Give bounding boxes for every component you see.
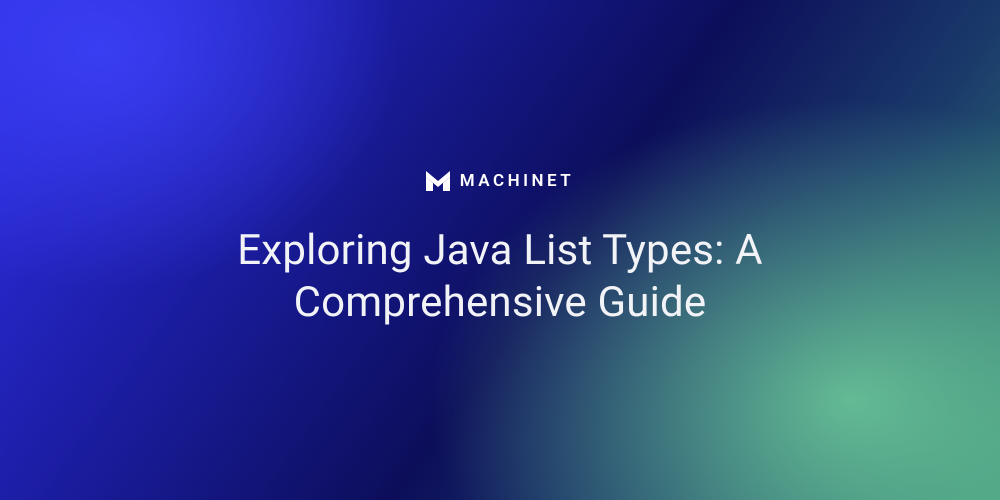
brand-lockup: MACHINET xyxy=(426,171,575,191)
brand-name: MACHINET xyxy=(460,171,575,191)
page-title: Exploring Java List Types: A Comprehensi… xyxy=(120,225,880,330)
brand-logo-icon xyxy=(426,171,450,191)
